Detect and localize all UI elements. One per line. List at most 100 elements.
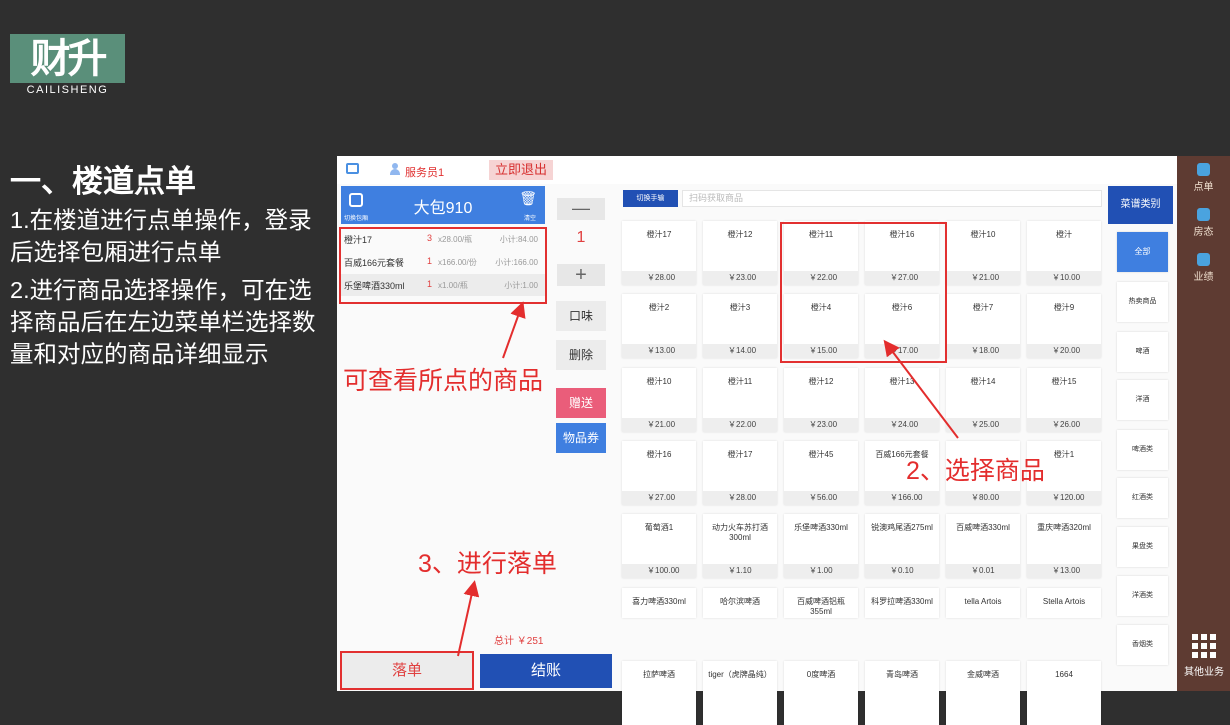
- product-price: ￥80.00: [946, 491, 1020, 505]
- product-card[interactable]: 橙汁17 ￥28.00: [703, 441, 777, 505]
- product-name: 喜力啤酒330ml: [632, 597, 686, 606]
- sidebar-item-room-status[interactable]: 房态: [1177, 208, 1230, 238]
- clear-label: 清空: [523, 216, 536, 222]
- product-card[interactable]: 橙汁17 ￥28.00: [622, 221, 696, 285]
- product-name: 橙汁15: [1051, 377, 1077, 386]
- waiter-name: 服务员1: [405, 167, 445, 179]
- product-price: ￥100.00: [622, 564, 696, 578]
- category-item[interactable]: 洋酒: [1117, 380, 1168, 420]
- product-card[interactable]: 橙汁2 ￥13.00: [622, 294, 696, 358]
- highlight-order-button: [340, 651, 474, 690]
- product-card[interactable]: 科罗拉啤酒330ml: [865, 588, 939, 618]
- category-item[interactable]: 洋酒类: [1117, 576, 1168, 616]
- product-card[interactable]: 1664: [1027, 661, 1101, 725]
- room-header: 切换包厢 大包910 🗑 清空: [341, 186, 545, 224]
- sidebar-label-performance: 业绩: [1193, 272, 1214, 283]
- pos-app-window: 服务员1 立即退出 切换包厢 大包910 🗑 清空 橙汁17 3 x28.00/…: [337, 156, 1177, 725]
- category-header: 菜谱类别: [1108, 186, 1173, 224]
- product-price: ￥25.00: [946, 418, 1020, 432]
- product-card[interactable]: 橙汁3 ￥14.00: [703, 294, 777, 358]
- product-card[interactable]: 橙汁12 ￥23.00: [784, 368, 858, 432]
- product-name: 橙汁10: [970, 230, 996, 239]
- product-card[interactable]: 橙汁9 ￥20.00: [1027, 294, 1101, 358]
- product-card[interactable]: 橙汁12 ￥23.00: [703, 221, 777, 285]
- product-name: 橙汁: [1056, 230, 1072, 239]
- product-card[interactable]: tella Artois: [946, 588, 1020, 618]
- product-card[interactable]: 橙汁 ￥10.00: [1027, 221, 1101, 285]
- category-item[interactable]: 全部: [1117, 232, 1168, 272]
- sidebar-label-order: 点单: [1193, 182, 1214, 193]
- product-name: 橙汁16: [646, 450, 672, 459]
- product-card[interactable]: 百威啤酒330ml ￥0.01: [946, 514, 1020, 578]
- product-name: 重庆啤酒320ml: [1037, 523, 1091, 532]
- product-card[interactable]: 橙汁16 ￥27.00: [622, 441, 696, 505]
- product-card[interactable]: 橙汁15 ￥26.00: [1027, 368, 1101, 432]
- product-card[interactable]: 橙汁11 ￥22.00: [703, 368, 777, 432]
- room-icon: [1197, 208, 1210, 221]
- sidebar-item-order[interactable]: 点单: [1177, 163, 1230, 193]
- trash-icon[interactable]: 🗑: [519, 190, 537, 207]
- category-item[interactable]: 热卖商品: [1117, 282, 1168, 322]
- category-item[interactable]: 果盘类: [1117, 527, 1168, 567]
- category-item[interactable]: 啤酒: [1117, 332, 1168, 372]
- product-name: 橙汁10: [646, 377, 672, 386]
- product-card[interactable]: tiger（虎牌晶纯）: [703, 661, 777, 725]
- product-name: 哈尔滨啤酒: [720, 597, 760, 606]
- sidebar-item-performance[interactable]: 业绩: [1177, 253, 1230, 283]
- product-price: ￥28.00: [622, 271, 696, 285]
- product-price: ￥22.00: [703, 418, 777, 432]
- qty-plus-button[interactable]: +: [557, 264, 605, 286]
- voucher-button[interactable]: 物品券: [556, 423, 606, 453]
- checkout-button[interactable]: 结账: [480, 654, 612, 688]
- product-price: ￥13.00: [1027, 564, 1101, 578]
- product-card[interactable]: 金威啤酒: [946, 661, 1020, 725]
- product-card[interactable]: 哈尔滨啤酒: [703, 588, 777, 618]
- product-card[interactable]: 橙汁14 ￥25.00: [946, 368, 1020, 432]
- product-card[interactable]: 锐澳鸡尾酒275ml ￥0.10: [865, 514, 939, 578]
- qty-value: 1: [576, 229, 586, 246]
- product-name: 金威啤酒: [967, 670, 999, 679]
- product-card[interactable]: 橙汁10 ￥21.00: [946, 221, 1020, 285]
- annotation-view-items: 可查看所点的商品: [343, 367, 544, 395]
- taste-button[interactable]: 口味: [556, 301, 606, 331]
- product-price: ￥20.00: [1027, 344, 1101, 358]
- product-card[interactable]: 橙汁45 ￥56.00: [784, 441, 858, 505]
- product-card[interactable]: 重庆啤酒320ml ￥13.00: [1027, 514, 1101, 578]
- product-card[interactable]: Stella Artois: [1027, 588, 1101, 618]
- product-card[interactable]: 拉萨啤酒: [622, 661, 696, 725]
- product-card[interactable]: 橙汁7 ￥18.00: [946, 294, 1020, 358]
- product-card[interactable]: 橙汁13 ￥24.00: [865, 368, 939, 432]
- window-icon[interactable]: [346, 163, 359, 174]
- switch-input-button[interactable]: 切换手输: [623, 190, 678, 207]
- right-sidebar: 点单 房态 业绩: [1177, 156, 1230, 691]
- category-item[interactable]: 香烟类: [1117, 625, 1168, 665]
- logout-button[interactable]: 立即退出: [489, 160, 553, 180]
- product-card[interactable]: 喜力啤酒330ml: [622, 588, 696, 618]
- gift-button[interactable]: 赠送: [556, 388, 606, 418]
- category-item[interactable]: 红酒类: [1117, 478, 1168, 518]
- product-price: ￥0.01: [946, 564, 1020, 578]
- scan-input[interactable]: 扫码获取商品: [682, 190, 1102, 207]
- category-item[interactable]: 啤酒类: [1117, 430, 1168, 470]
- sidebar-label-room: 房态: [1193, 227, 1214, 238]
- product-card[interactable]: 0度啤酒: [784, 661, 858, 725]
- product-card[interactable]: 动力火车苏打酒300ml ￥1.10: [703, 514, 777, 578]
- product-name: 橙汁17: [727, 450, 753, 459]
- delete-button[interactable]: 删除: [556, 340, 606, 370]
- product-price: ￥120.00: [1027, 491, 1101, 505]
- product-name: 橙汁14: [970, 377, 996, 386]
- product-price: ￥1.00: [784, 564, 858, 578]
- performance-icon: [1197, 253, 1210, 266]
- product-card[interactable]: 青岛啤酒: [865, 661, 939, 725]
- product-name: 百威啤酒330ml: [956, 523, 1010, 532]
- other-business-button[interactable]: 其他业务: [1180, 634, 1228, 678]
- product-card[interactable]: 葡萄酒1 ￥100.00: [622, 514, 696, 578]
- product-name: 0度啤酒: [806, 670, 836, 679]
- product-price: ￥18.00: [946, 344, 1020, 358]
- product-price: ￥13.00: [622, 344, 696, 358]
- qty-minus-button[interactable]: —: [557, 198, 605, 220]
- product-card[interactable]: 百威啤酒铝瓶355ml: [784, 588, 858, 618]
- product-card[interactable]: 橙汁10 ￥21.00: [622, 368, 696, 432]
- product-card[interactable]: 乐堡啤酒330ml ￥1.00: [784, 514, 858, 578]
- product-price: ￥26.00: [1027, 418, 1101, 432]
